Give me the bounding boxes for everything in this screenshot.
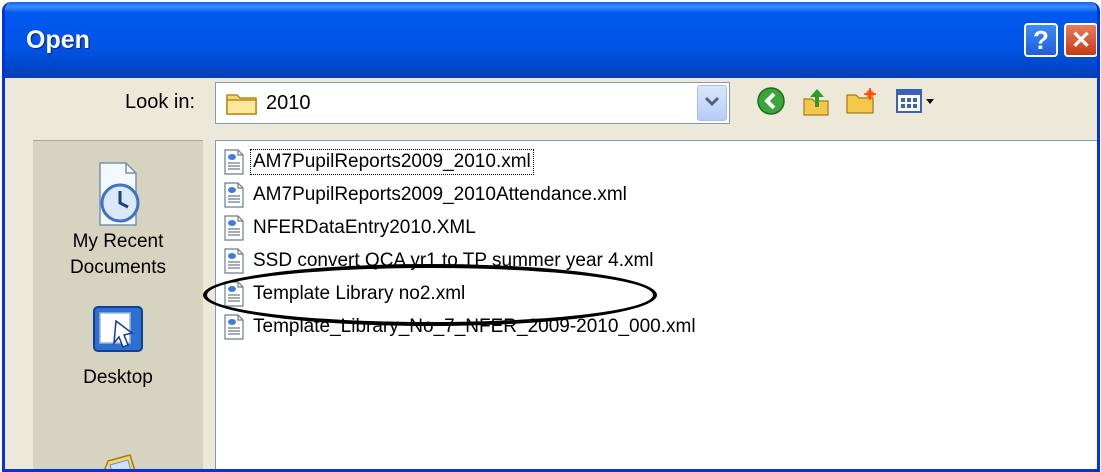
desktop-icon — [33, 293, 203, 359]
xml-file-icon — [224, 215, 244, 241]
file-item[interactable]: AM7PupilReports2009_2010Attendance.xml — [223, 180, 629, 210]
file-name: NFERDataEntry2010.XML — [253, 217, 476, 238]
back-icon — [756, 86, 786, 121]
close-button[interactable]: ✕ — [1064, 23, 1097, 57]
file-item[interactable]: Template Library no2.xml — [223, 279, 467, 309]
place-label: My Recent — [72, 231, 164, 252]
xml-file-icon — [224, 182, 244, 208]
file-name: Template_Library_No_7_NFER_2009-2010_000… — [253, 316, 696, 337]
views-menu-icon — [895, 88, 939, 119]
places-bar: My Recent Documents Desktop — [33, 140, 203, 469]
close-icon: ✕ — [1070, 26, 1092, 54]
new-folder-button[interactable] — [845, 86, 877, 120]
title-bar[interactable]: Open ? ✕ — [5, 2, 1097, 78]
look-in-label: Look in: — [125, 91, 196, 113]
recent-documents-icon — [33, 153, 203, 229]
views-menu-button[interactable] — [893, 86, 941, 120]
chevron-down-icon — [704, 94, 720, 112]
help-icon: ? — [1033, 24, 1049, 55]
folder-icon — [226, 91, 258, 120]
file-name: AM7PupilReports2009_2010.xml — [250, 149, 534, 175]
place-label: Desktop — [83, 367, 153, 388]
file-item[interactable]: Template_Library_No_7_NFER_2009-2010_000… — [223, 312, 698, 342]
file-name: Template Library no2.xml — [253, 283, 466, 304]
my-documents-icon — [33, 431, 203, 469]
xml-file-icon — [224, 248, 244, 274]
file-name: AM7PupilReports2009_2010Attendance.xml — [253, 184, 627, 205]
xml-file-icon — [224, 281, 244, 307]
xml-file-icon — [224, 149, 244, 175]
file-item[interactable]: NFERDataEntry2010.XML — [223, 213, 478, 243]
place-desktop[interactable]: Desktop — [33, 293, 203, 391]
xml-file-icon — [224, 314, 244, 340]
place-my-recent-documents[interactable]: My Recent Documents — [33, 153, 203, 281]
look-in-value: 2010 — [266, 92, 311, 114]
place-my-documents[interactable] — [33, 431, 203, 469]
help-button[interactable]: ? — [1024, 23, 1058, 57]
file-name: SSD convert QCA yr1 to TP summer year 4.… — [253, 250, 654, 271]
open-dialog: Open ? ✕ Look in: 2010 My Recent Documen… — [2, 2, 1100, 472]
dropdown-arrow-button[interactable] — [697, 85, 727, 121]
new-folder-icon — [845, 87, 877, 120]
back-button[interactable] — [755, 86, 787, 120]
place-label: Documents — [69, 257, 167, 278]
up-folder-button[interactable] — [800, 86, 832, 120]
file-list[interactable]: AM7PupilReports2009_2010.xml AM7PupilRep… — [215, 140, 1097, 469]
file-item[interactable]: SSD convert QCA yr1 to TP summer year 4.… — [223, 246, 656, 276]
up-folder-icon — [801, 85, 831, 122]
file-item[interactable]: AM7PupilReports2009_2010.xml — [223, 147, 534, 177]
look-in-dropdown[interactable]: 2010 — [215, 82, 730, 124]
dialog-title: Open — [26, 26, 90, 54]
